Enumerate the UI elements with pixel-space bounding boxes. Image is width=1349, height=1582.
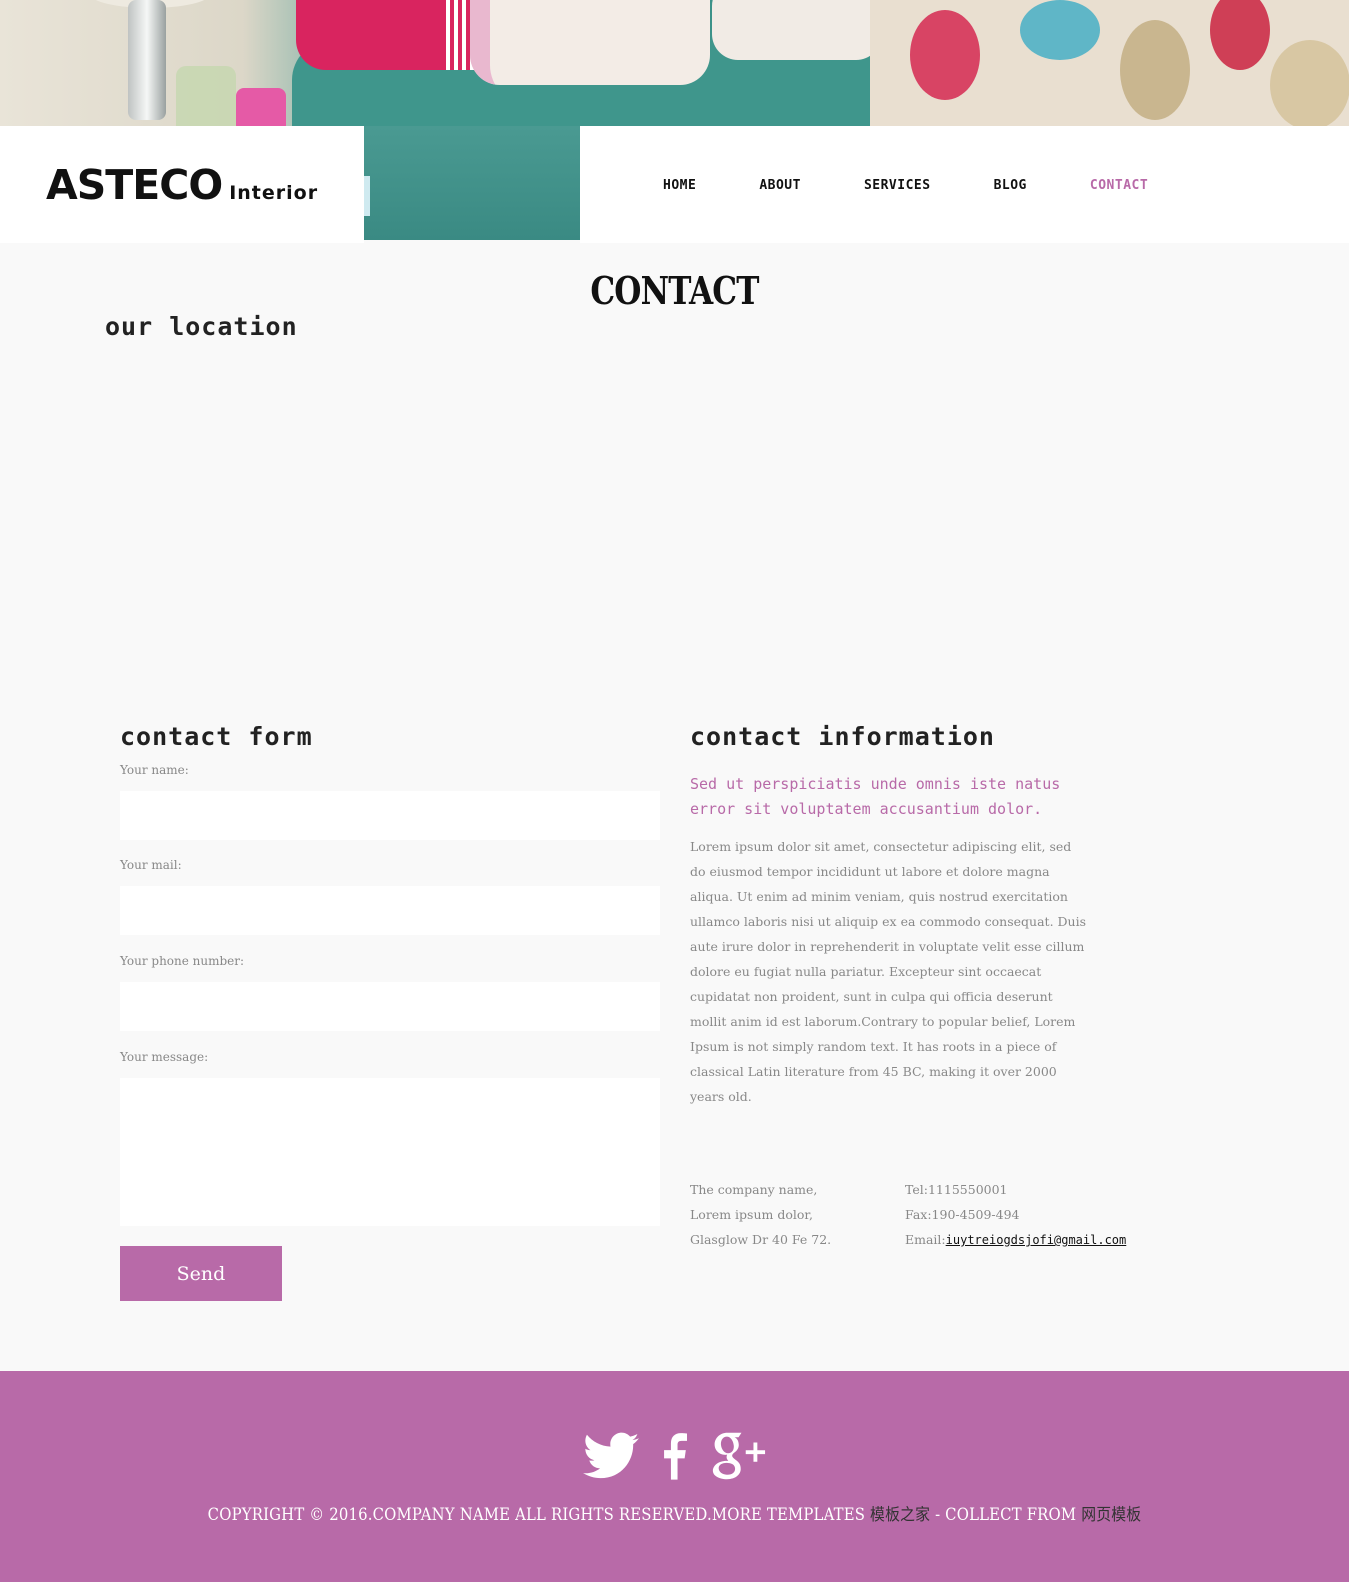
copyright-mid: - COLLECT FROM xyxy=(930,1505,1082,1524)
address-line: The company name, xyxy=(690,1182,818,1197)
mail-label: Your mail: xyxy=(120,858,182,872)
main-nav: HOME ABOUT SERVICES BLOG CONTACT xyxy=(663,178,1148,193)
wallpaper-decor xyxy=(870,0,1349,126)
phone-label: Your phone number: xyxy=(120,954,245,968)
page-title: CONTACT xyxy=(590,268,759,313)
nav-contact[interactable]: CONTACT xyxy=(1090,178,1148,193)
info-body-text: Lorem ipsum dolor sit amet, consectetur … xyxy=(690,839,1086,1104)
address-line: Glasglow Dr 40 Fe 72. xyxy=(690,1232,832,1247)
glass-decor xyxy=(236,88,286,126)
nav-blog[interactable]: BLOG xyxy=(994,178,1027,193)
hero-banner-image xyxy=(0,0,1349,126)
email-link[interactable]: iuytreiogdsjofi@gmail.com xyxy=(946,1233,1127,1247)
email-row: Email:iuytreiogdsjofi@gmail.com xyxy=(905,1227,1126,1253)
contact-info-heading: contact information xyxy=(690,722,995,751)
info-lead-text: Sed ut perspiciatis unde omnis iste natu… xyxy=(690,775,1061,818)
location-heading: our location xyxy=(105,312,298,341)
send-button[interactable]: Send xyxy=(120,1246,282,1301)
pillow-decor xyxy=(712,0,882,60)
message-textarea[interactable] xyxy=(120,1078,660,1226)
collect-link[interactable]: 网页模板 xyxy=(1081,1505,1141,1524)
glass-decor xyxy=(176,66,236,126)
nav-home[interactable]: HOME xyxy=(663,178,696,193)
pillow-decor xyxy=(470,0,710,85)
pillow-decor xyxy=(296,0,476,70)
message-label: Your message: xyxy=(120,1050,209,1064)
lamp-base xyxy=(128,0,166,120)
google-plus-icon[interactable] xyxy=(709,1430,767,1486)
nav-about[interactable]: ABOUT xyxy=(759,178,801,193)
map-area[interactable] xyxy=(105,350,1245,690)
copyright-prefix: COPYRIGHT © 2016.COMPANY NAME ALL RIGHTS… xyxy=(207,1505,871,1524)
logo-text: ASTECO xyxy=(46,161,223,209)
phone-input[interactable] xyxy=(120,982,660,1031)
address-line: Lorem ipsum dolor, xyxy=(690,1207,813,1222)
contact-form-heading: contact form xyxy=(120,722,313,751)
contact-details-block: Tel:1115550001 Fax:190-4509-494 Email:iu… xyxy=(905,1177,1126,1253)
address-block: The company name, Lorem ipsum dolor, Gla… xyxy=(690,1177,831,1252)
name-input[interactable] xyxy=(120,791,660,840)
copyright-text: COPYRIGHT © 2016.COMPANY NAME ALL RIGHTS… xyxy=(67,1501,1281,1525)
header-image-strip xyxy=(364,126,580,240)
nav-services[interactable]: SERVICES xyxy=(864,178,931,193)
facebook-icon[interactable] xyxy=(661,1432,687,1484)
logo-subtext: Interior xyxy=(229,182,319,204)
email-label: Email: xyxy=(905,1232,946,1247)
templates-link[interactable]: 模板之家 xyxy=(870,1505,930,1524)
tel-text: Tel:1115550001 xyxy=(905,1182,1008,1197)
site-logo[interactable]: ASTECO Interior xyxy=(46,161,318,209)
twitter-icon[interactable] xyxy=(583,1432,639,1484)
name-label: Your name: xyxy=(120,763,189,777)
fax-text: Fax:190-4509-494 xyxy=(905,1207,1020,1222)
mail-input[interactable] xyxy=(120,886,660,935)
social-links xyxy=(583,1430,767,1486)
